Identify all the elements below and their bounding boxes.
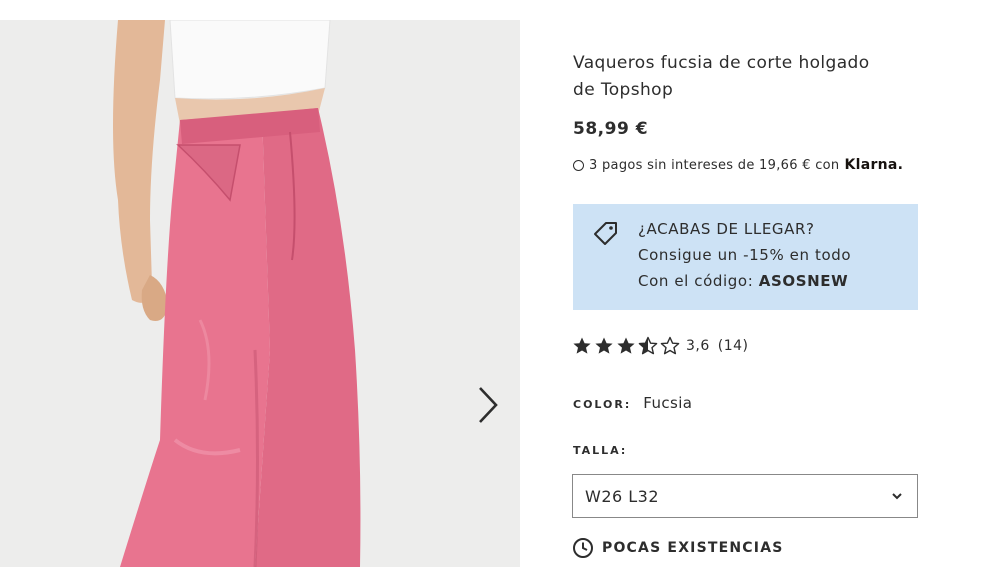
klarna-installments[interactable]: 3 pagos sin intereses de 19,66 € con Kla…: [573, 157, 903, 173]
color-label: COLOR:: [573, 398, 632, 411]
product-price: 58,99 €: [573, 119, 649, 139]
rating-score: 3,6: [686, 338, 710, 354]
chevron-down-icon: [892, 493, 902, 500]
gallery-next-button[interactable]: [470, 383, 506, 427]
product-title-line2: de Topshop: [573, 80, 674, 100]
color-value: Fucsia: [643, 394, 693, 412]
product-title-line1: Vaqueros fucsia de corte holgado: [573, 53, 870, 73]
star-full-icon: [573, 337, 591, 354]
star-full-icon: [595, 337, 613, 354]
promo-code: ASOSNEW: [758, 272, 849, 290]
promo-discount: Consigue un -15% en todo: [638, 246, 852, 264]
product-image-gallery: [0, 20, 520, 567]
color-info: COLOR: Fucsia: [573, 394, 692, 412]
info-circle-icon: [573, 159, 584, 171]
size-label: TALLA:: [573, 444, 628, 457]
low-stock-text: POCAS EXISTENCIAS: [602, 540, 784, 556]
promo-headline: ¿ACABAS DE LLEGAR?: [638, 220, 815, 238]
product-rating[interactable]: 3,6 (14): [572, 336, 749, 356]
promo-code-prefix: Con el código:: [638, 272, 759, 290]
star-full-icon: [617, 337, 635, 354]
tag-icon: [593, 220, 619, 250]
star-empty-icon: [660, 336, 680, 355]
size-selected-value: W26 L32: [585, 486, 660, 506]
promo-code-line: Con el código: ASOSNEW: [638, 268, 851, 294]
klarna-logo: Klarna.: [844, 157, 904, 173]
star-half-icon: [638, 336, 658, 355]
rating-count: (14): [717, 338, 749, 354]
product-photo: [0, 20, 520, 567]
product-title: Vaqueros fucsia de corte holgado de Tops…: [573, 50, 893, 104]
size-select[interactable]: W26 L32: [572, 474, 918, 518]
low-stock-notice: POCAS EXISTENCIAS: [572, 537, 784, 559]
promo-banner: ¿ACABAS DE LLEGAR? Consigue un -15% en t…: [573, 204, 918, 310]
klarna-text: 3 pagos sin intereses de 19,66 € con: [589, 157, 840, 173]
chevron-right-icon: [479, 387, 498, 423]
clock-icon: [573, 538, 593, 558]
